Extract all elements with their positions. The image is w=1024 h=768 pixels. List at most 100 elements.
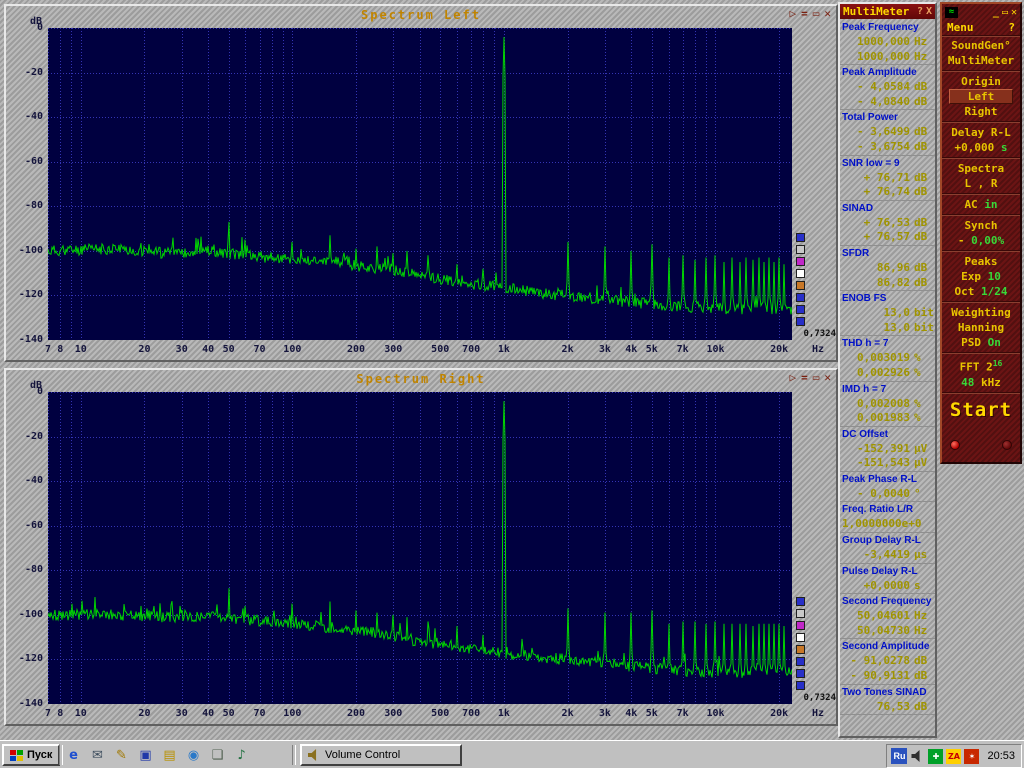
start-measurement-button[interactable]: Start xyxy=(942,399,1020,421)
multimeter-unit: bit xyxy=(910,321,933,336)
control-panel: ≈ _ ▭ ✕ Menu ? SoundGen°MultiMeter Origin… xyxy=(940,2,1022,464)
multimeter-group: ENOB FS13,0bit13,0bit xyxy=(840,291,935,336)
legend-swatch[interactable] xyxy=(796,257,805,266)
panel-item-exp-10[interactable]: Exp 10 xyxy=(942,269,1020,284)
music-icon[interactable]: ♪ xyxy=(232,746,251,765)
panel-item-right[interactable]: Right xyxy=(942,104,1020,119)
pencil-icon[interactable]: ✎ xyxy=(112,746,131,765)
multimeter-value: - 3,6754 xyxy=(842,140,910,155)
close-icon[interactable]: X xyxy=(926,6,932,17)
floppy-disk-icon[interactable]: ▣ xyxy=(136,746,155,765)
plot-maximize-icon[interactable]: ▭ xyxy=(813,372,820,384)
panel-item-oct-1-24[interactable]: Oct 1/24 xyxy=(942,284,1020,299)
help-icon[interactable]: ? xyxy=(917,6,923,17)
multimeter-unit: dB xyxy=(910,276,933,291)
panel-item-multimeter[interactable]: MultiMeter xyxy=(942,53,1020,68)
window-titlebar[interactable]: Spectrum Right xyxy=(6,370,836,387)
plot-run-icon[interactable]: ▷ xyxy=(790,372,797,384)
legend-swatch[interactable] xyxy=(796,609,805,618)
y-axis-unit-label: dB xyxy=(30,380,42,391)
panel-item-hanning[interactable]: Hanning xyxy=(942,320,1020,335)
multimeter-label: Peak Amplitude xyxy=(842,65,933,80)
panel-item-0-000-s[interactable]: +0,000 s xyxy=(942,140,1020,155)
legend-swatch[interactable] xyxy=(796,305,805,314)
legend-swatch[interactable] xyxy=(796,669,805,678)
multimeter-value-row: 13,0bit xyxy=(842,306,933,321)
panel-separator xyxy=(942,70,1020,72)
antivirus-icon[interactable]: ✚ xyxy=(928,749,943,764)
multimeter-group: Group Delay R-L-3,4419µs xyxy=(840,533,935,564)
panel-item-soundgen[interactable]: SoundGen° xyxy=(942,38,1020,53)
folder-icon[interactable]: ▤ xyxy=(160,746,179,765)
panel-item-delay-r-l[interactable]: Delay R-L xyxy=(942,125,1020,140)
internet-explorer-icon[interactable]: e xyxy=(64,746,83,765)
panel-item-psd-on[interactable]: PSD On xyxy=(942,335,1020,350)
multimeter-unit: Hz xyxy=(910,624,933,639)
legend-swatch[interactable] xyxy=(796,317,805,326)
start-button[interactable]: Пуск xyxy=(2,744,60,766)
plot-menu-icon[interactable]: = xyxy=(801,372,808,384)
minimize-icon[interactable]: _ xyxy=(993,7,999,18)
legend-swatch[interactable] xyxy=(796,597,805,606)
x-tick-label: 100 xyxy=(283,708,301,719)
multimeter-value-row: + 76,74dB xyxy=(842,185,933,200)
document-icon[interactable]: ❏ xyxy=(208,746,227,765)
plot-maximize-icon[interactable]: ▭ xyxy=(813,8,820,20)
language-indicator[interactable]: Ru xyxy=(891,748,907,764)
menu-button[interactable]: Menu xyxy=(947,21,1008,34)
multimeter-group: Peak Amplitude- 4,0584dB- 4,0840dB xyxy=(840,65,935,110)
plot-close-icon[interactable]: ✕ xyxy=(824,8,831,20)
legend-swatch[interactable] xyxy=(796,633,805,642)
panel-item-peaks[interactable]: Peaks xyxy=(942,254,1020,269)
panel-item-0-00[interactable]: - 0,00% xyxy=(942,233,1020,248)
multimeter-value: 86,96 xyxy=(842,261,910,276)
multimeter-value: +0,0000 xyxy=(842,579,910,594)
panel-item-48[interactable]: 48 kHz xyxy=(942,375,1020,390)
panel-item-synch[interactable]: Synch xyxy=(942,218,1020,233)
legend-swatch[interactable] xyxy=(796,281,805,290)
legend-swatch[interactable] xyxy=(796,657,805,666)
multimeter-unit: s xyxy=(910,579,933,594)
plot-close-icon[interactable]: ✕ xyxy=(824,372,831,384)
legend-swatch[interactable] xyxy=(796,645,805,654)
legend-swatch[interactable] xyxy=(796,233,805,242)
panel-item-weighting[interactable]: Weighting xyxy=(942,305,1020,320)
plot-run-icon[interactable]: ▷ xyxy=(790,8,797,20)
spectrum-plot[interactable] xyxy=(48,28,792,340)
panel-item-origin[interactable]: Origin xyxy=(942,74,1020,89)
taskbar-clock[interactable]: 20:53 xyxy=(983,750,1015,762)
panel-item-l-r[interactable]: L , R xyxy=(942,176,1020,191)
multimeter-unit: dB xyxy=(910,669,933,684)
panel-item-spectra[interactable]: Spectra xyxy=(942,161,1020,176)
panel-item-left[interactable]: Left xyxy=(949,89,1013,104)
legend-swatch[interactable] xyxy=(796,245,805,254)
y-tick-label: -80 xyxy=(6,564,43,575)
mail-icon[interactable]: ✉ xyxy=(88,746,107,765)
x-tick-label: 8 xyxy=(57,344,63,355)
window-titlebar[interactable]: Spectrum Left xyxy=(6,6,836,23)
spectrum-plot[interactable] xyxy=(48,392,792,704)
legend-swatch[interactable] xyxy=(796,293,805,302)
multimeter-value-row: -151,543µV xyxy=(842,456,933,471)
multimeter-value: + 76,71 xyxy=(842,171,910,186)
panel-item-fft-2[interactable]: FFT 216 xyxy=(942,356,1020,375)
alert-icon[interactable]: ✶ xyxy=(964,749,979,764)
close-icon[interactable]: ✕ xyxy=(1011,7,1017,18)
multimeter-titlebar[interactable]: MultiMeter ? X xyxy=(840,4,935,19)
panel-titlebar[interactable]: ≈ _ ▭ ✕ xyxy=(942,4,1020,19)
maximize-icon[interactable]: ▭ xyxy=(1002,7,1008,18)
globe-icon[interactable]: ◉ xyxy=(184,746,203,765)
help-button[interactable]: ? xyxy=(1008,21,1015,34)
x-tick-label: 3k xyxy=(599,344,611,355)
legend-swatch[interactable] xyxy=(796,681,805,690)
plot-menu-icon[interactable]: = xyxy=(801,8,808,20)
multimeter-unit: dB xyxy=(910,171,933,186)
panel-item-ac-in[interactable]: AC in xyxy=(942,197,1020,212)
legend-swatch[interactable] xyxy=(796,269,805,278)
multimeter-label: SFDR xyxy=(842,246,933,261)
taskbar-button-volume-control[interactable]: Volume Control xyxy=(300,744,462,766)
legend-swatch[interactable] xyxy=(796,621,805,630)
volume-tray-icon[interactable] xyxy=(911,750,924,762)
zonealarm-icon[interactable]: ZA xyxy=(946,749,961,764)
spectrum-right-window: Spectrum Right ▷=▭✕ dB 0-20-40-60-80-100… xyxy=(4,368,838,726)
